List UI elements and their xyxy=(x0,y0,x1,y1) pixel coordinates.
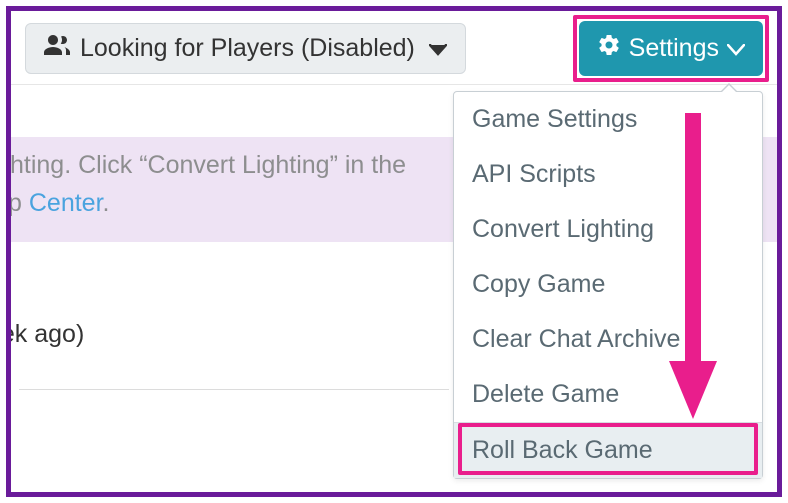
toolbar: Looking for Players (Disabled) Settings xyxy=(11,11,777,85)
users-icon xyxy=(44,34,70,63)
menu-item-roll-back-game[interactable]: Roll Back Game xyxy=(454,422,762,478)
settings-button-wrap: Settings xyxy=(579,21,763,76)
chevron-down-icon xyxy=(727,34,745,63)
annotated-frame: Looking for Players (Disabled) Settings … xyxy=(6,6,782,497)
menu-item-delete-game[interactable]: Delete Game xyxy=(454,367,762,422)
lfp-label: Looking for Players (Disabled) xyxy=(80,34,415,63)
gear-icon xyxy=(597,33,621,64)
divider xyxy=(19,389,449,390)
menu-item-api-scripts[interactable]: API Scripts xyxy=(454,147,762,202)
menu-item-copy-game[interactable]: Copy Game xyxy=(454,257,762,312)
menu-item-clear-chat-archive[interactable]: Clear Chat Archive xyxy=(454,312,762,367)
settings-label: Settings xyxy=(629,34,719,63)
banner-text: namic Lighting. Click “Convert Lighting”… xyxy=(6,151,406,179)
banner-text-2: p xyxy=(8,189,29,217)
menu-item-convert-lighting[interactable]: Convert Lighting xyxy=(454,202,762,257)
looking-for-players-button[interactable]: Looking for Players (Disabled) xyxy=(25,23,466,74)
chevron-down-icon xyxy=(429,34,447,63)
menu-item-game-settings[interactable]: Game Settings xyxy=(454,92,762,147)
help-center-link[interactable]: Center xyxy=(29,189,103,217)
settings-button[interactable]: Settings xyxy=(579,21,763,76)
settings-dropdown: Game Settings API Scripts Convert Lighti… xyxy=(453,91,763,479)
banner-suffix: . xyxy=(103,189,110,217)
